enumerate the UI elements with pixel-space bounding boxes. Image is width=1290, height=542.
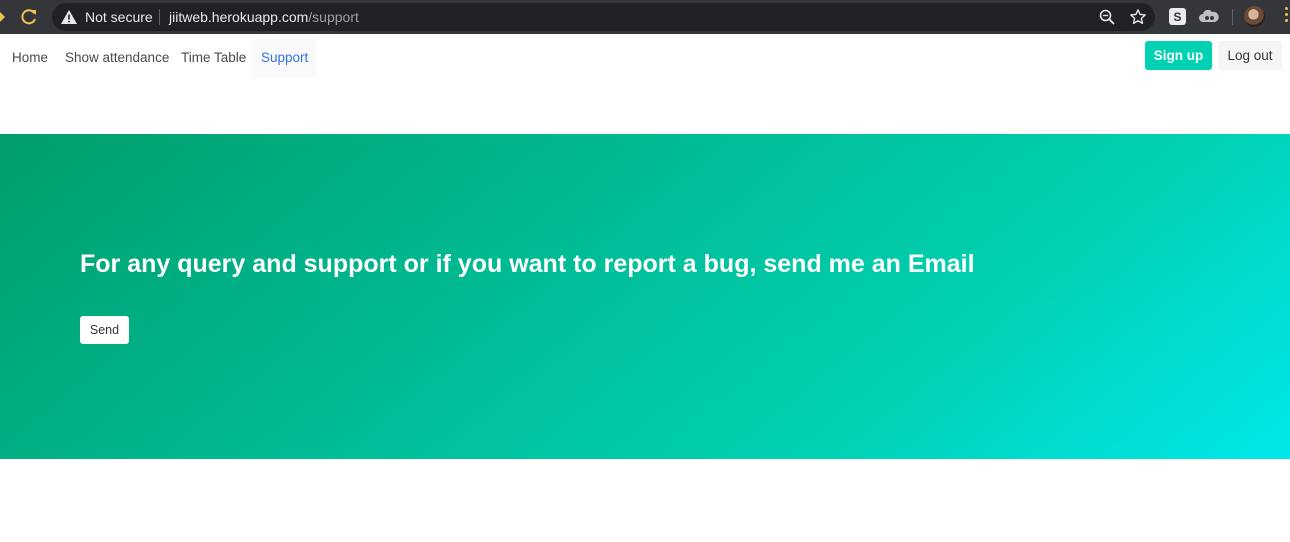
url-host: jiitweb.herokuapp.com bbox=[169, 9, 309, 25]
bookmark-star-icon[interactable] bbox=[1129, 8, 1147, 26]
url-text[interactable]: jiitweb.herokuapp.com/support bbox=[169, 9, 359, 25]
address-bar[interactable]: Not secure jiitweb.herokuapp.com/support bbox=[52, 3, 1155, 31]
forward-arrow-icon[interactable] bbox=[0, 10, 6, 24]
site-navbar: Home Show attendance Time Table Support … bbox=[0, 34, 1290, 78]
browser-toolbar: Not secure jiitweb.herokuapp.com/support… bbox=[0, 0, 1290, 34]
sign-up-button[interactable]: Sign up bbox=[1145, 41, 1212, 70]
nav-show-attendance[interactable]: Show attendance bbox=[56, 39, 178, 77]
support-hero: For any query and support or if you want… bbox=[0, 134, 1290, 459]
extension-s-icon[interactable]: S bbox=[1169, 8, 1186, 25]
zoom-icon[interactable] bbox=[1099, 9, 1115, 25]
extension-cloud-icon[interactable] bbox=[1199, 8, 1219, 26]
nav-support[interactable]: Support bbox=[252, 39, 318, 77]
security-status-label[interactable]: Not secure bbox=[85, 9, 153, 25]
nav-time-table[interactable]: Time Table bbox=[172, 39, 255, 77]
nav-home[interactable]: Home bbox=[3, 39, 57, 77]
toolbar-divider bbox=[1232, 9, 1233, 25]
send-email-button[interactable]: Send bbox=[80, 316, 129, 344]
reload-icon[interactable] bbox=[19, 7, 39, 27]
hero-title: For any query and support or if you want… bbox=[80, 250, 975, 278]
address-separator bbox=[159, 9, 160, 25]
browser-menu-icon[interactable] bbox=[1284, 7, 1290, 27]
url-path: /support bbox=[308, 9, 359, 25]
profile-avatar[interactable] bbox=[1244, 6, 1265, 27]
warning-icon[interactable] bbox=[61, 10, 77, 24]
log-out-button[interactable]: Log out bbox=[1218, 41, 1282, 70]
